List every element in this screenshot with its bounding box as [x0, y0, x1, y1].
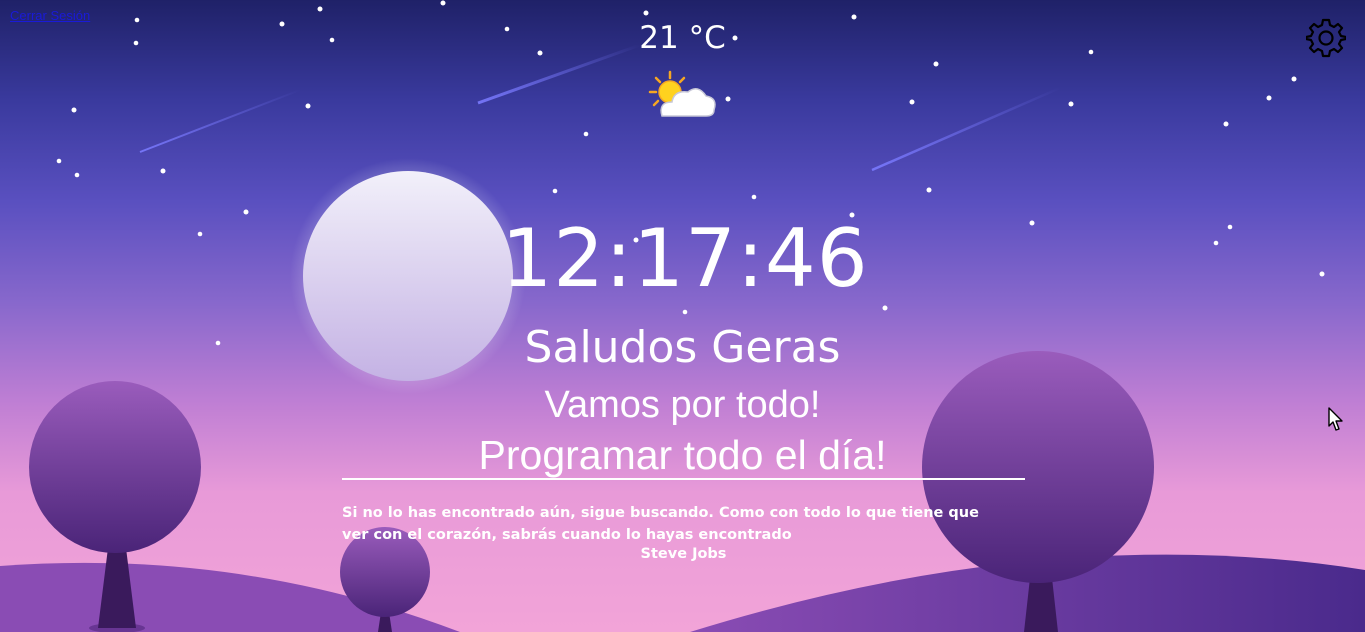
- partly-cloudy-sun-icon: [648, 70, 716, 117]
- greeting-text: Saludos Geras: [524, 322, 841, 373]
- quote-author: Steve Jobs: [640, 546, 727, 562]
- mouse-pointer-icon: [1328, 407, 1343, 431]
- focus-text-2[interactable]: Programar todo el día!: [0, 432, 1365, 479]
- tree-trunk: [98, 548, 136, 628]
- gear-icon[interactable]: [1306, 18, 1346, 58]
- clock-time: 12:17:46: [501, 212, 869, 305]
- shooting-star: [139, 89, 301, 153]
- quote-text: Si no lo has encontrado aún, sigue busca…: [342, 505, 979, 543]
- temperature-text: 21 °C: [639, 20, 726, 56]
- focus-divider: [342, 478, 1025, 480]
- shooting-star: [871, 86, 1061, 172]
- focus-text-1[interactable]: Vamos por todo!: [0, 384, 1365, 427]
